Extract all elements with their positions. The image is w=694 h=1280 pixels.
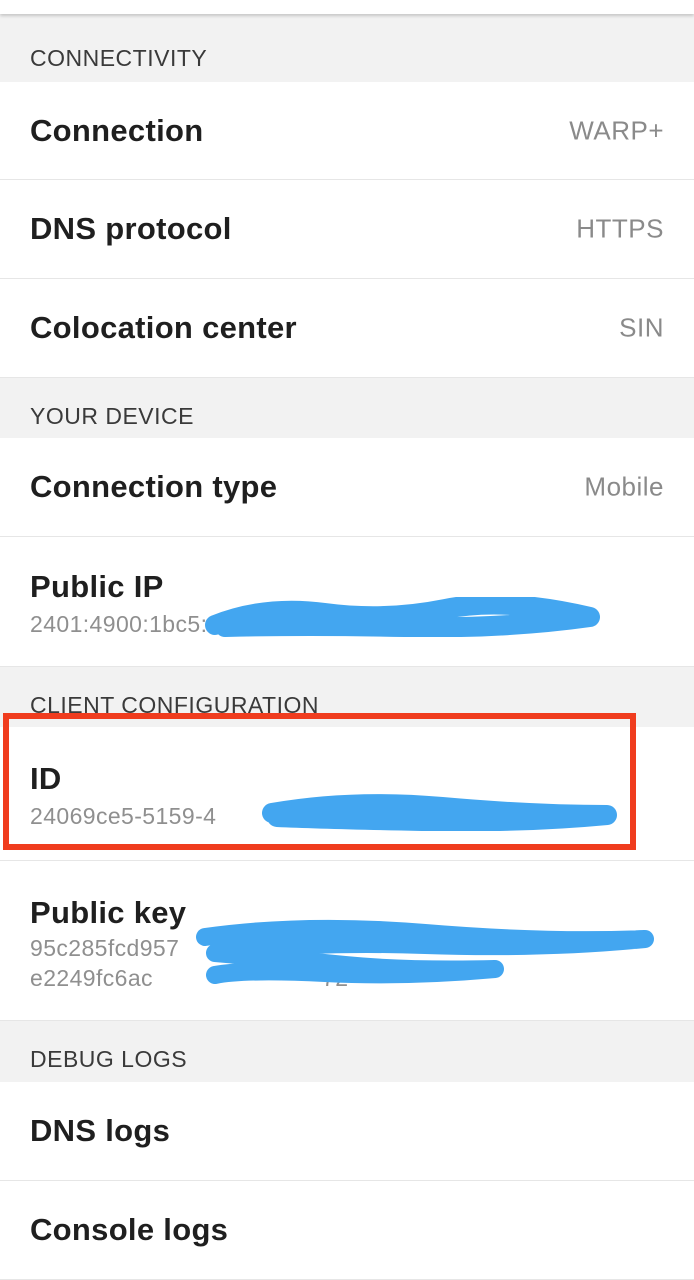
section-header-connectivity: CONNECTIVITY <box>0 28 694 88</box>
row-connection[interactable]: Connection WARP+ <box>0 82 694 180</box>
row-value-colocation-center: SIN <box>619 312 664 343</box>
row-value-connection: WARP+ <box>569 115 664 145</box>
redaction-scribble <box>205 597 600 637</box>
row-value-public-ip: 2401:4900:1bc5: <box>30 611 208 637</box>
row-value-public-key-line1: 95c285fcd957 <box>30 935 180 961</box>
redaction-scribble <box>196 919 654 984</box>
row-connection-type[interactable]: Connection type Mobile <box>0 438 694 537</box>
row-value-connection-type: Mobile <box>584 471 664 502</box>
row-title-colocation-center: Colocation center <box>30 310 297 345</box>
row-console-logs[interactable]: Console logs <box>0 1181 694 1280</box>
row-value-public-key-line2: e2249fc6ac <box>30 965 153 991</box>
row-dns-protocol[interactable]: DNS protocol HTTPS <box>0 180 694 279</box>
row-value-dns-protocol: HTTPS <box>576 213 664 244</box>
row-dns-logs[interactable]: DNS logs <box>0 1082 694 1181</box>
section-header-your-device: YOUR DEVICE <box>0 386 694 446</box>
row-title-dns-protocol: DNS protocol <box>30 211 232 246</box>
highlight-annotation-box <box>3 713 636 850</box>
section-header-debug-logs: DEBUG LOGS <box>0 1029 694 1089</box>
row-title-public-ip: Public IP <box>30 569 164 604</box>
row-public-ip[interactable]: Public IP 2401:4900:1bc5: <box>0 537 694 667</box>
row-title-dns-logs: DNS logs <box>30 1113 171 1148</box>
row-public-key[interactable]: Public key 95c285fcd957 e2249fc6ac 72 <box>0 861 694 1021</box>
row-title-connection: Connection <box>30 112 204 148</box>
row-colocation-center[interactable]: Colocation center SIN <box>0 279 694 378</box>
row-title-connection-type: Connection type <box>30 469 278 504</box>
top-bar <box>0 0 694 14</box>
row-title-public-key: Public key <box>30 895 187 930</box>
row-title-console-logs: Console logs <box>30 1212 229 1247</box>
